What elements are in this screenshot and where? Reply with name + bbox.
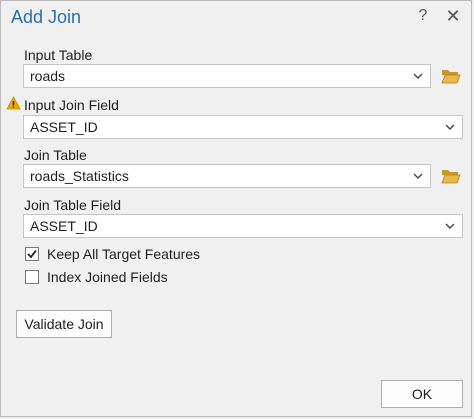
validate-join-button[interactable]: Validate Join: [16, 310, 112, 338]
folder-open-icon[interactable]: [441, 167, 461, 185]
index-joined-checkbox[interactable]: [25, 270, 39, 284]
chevron-down-icon[interactable]: [444, 116, 456, 138]
join-table-field-combo[interactable]: ASSET_ID: [23, 214, 463, 238]
input-join-field-combo[interactable]: ASSET_ID: [23, 115, 463, 139]
chevron-down-icon[interactable]: [412, 65, 424, 87]
ok-button[interactable]: OK: [381, 380, 463, 408]
warning-icon: [6, 96, 21, 110]
help-button[interactable]: ?: [413, 5, 433, 27]
chevron-down-icon[interactable]: [412, 165, 424, 187]
input-join-field-label: Input Join Field: [24, 97, 119, 113]
input-table-value: roads: [30, 68, 66, 84]
index-joined-label[interactable]: Index Joined Fields: [47, 269, 168, 285]
add-join-dialog: Add Join ? ✕ Input Table roads Input Joi…: [0, 0, 472, 417]
join-table-field-label: Join Table Field: [24, 197, 122, 213]
close-button[interactable]: ✕: [443, 5, 463, 27]
chevron-down-icon[interactable]: [444, 215, 456, 237]
keep-all-checkbox[interactable]: [25, 247, 39, 261]
folder-open-icon[interactable]: [441, 67, 461, 85]
input-join-field-value: ASSET_ID: [30, 119, 98, 135]
keep-all-label[interactable]: Keep All Target Features: [47, 246, 200, 262]
input-table-combo[interactable]: roads: [23, 64, 431, 88]
checkmark-icon: [27, 249, 37, 259]
dialog-title: Add Join: [11, 7, 82, 27]
join-table-value: roads_Statistics: [30, 168, 129, 184]
join-table-label: Join Table: [24, 147, 87, 163]
join-table-field-value: ASSET_ID: [30, 218, 98, 234]
join-table-combo[interactable]: roads_Statistics: [23, 164, 431, 188]
input-table-label: Input Table: [24, 47, 93, 63]
